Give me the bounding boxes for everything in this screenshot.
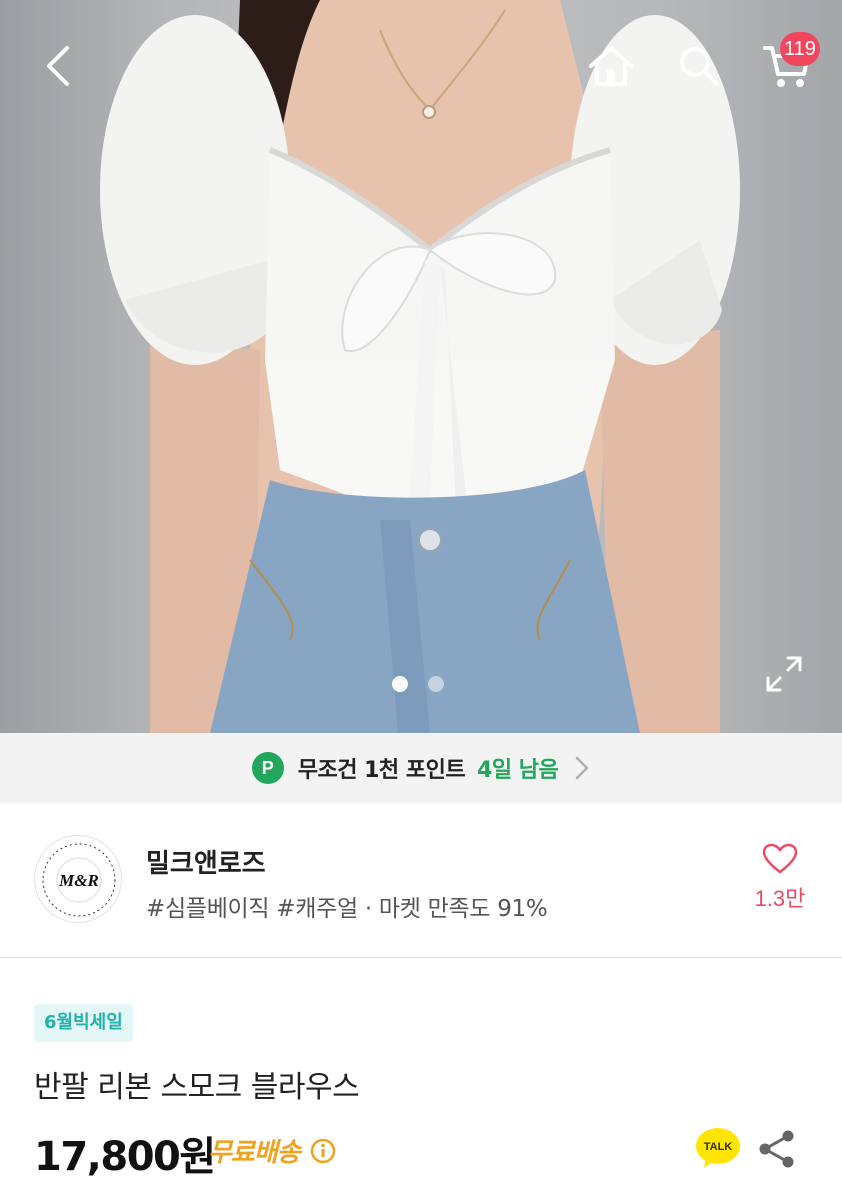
point-badge: P <box>251 752 284 784</box>
point-days-left: 4일 남음 <box>477 758 559 783</box>
store-like-count: 1.3만 <box>754 886 806 911</box>
product-title: 반팔 리본 스모크 블라우스 <box>34 1070 360 1105</box>
cart-count-badge: 119 <box>780 32 820 66</box>
expand-icon <box>766 656 802 692</box>
search-icon <box>680 47 719 86</box>
talk-label: TALK <box>704 1141 733 1153</box>
expand-image-button[interactable] <box>758 648 810 700</box>
heart-icon <box>762 843 798 874</box>
store-tags: #심플베이직 #캐주얼 · 마켓 만족도 91% <box>146 896 548 922</box>
product-price: 17,800원 <box>34 1134 216 1180</box>
info-icon[interactable] <box>310 1138 336 1164</box>
carousel-dot[interactable] <box>428 676 444 692</box>
search-button[interactable] <box>668 36 730 96</box>
shipping-info: 무료배송 <box>208 1132 336 1169</box>
free-shipping-label: 무료배송 <box>208 1138 301 1168</box>
kakao-talk-icon: TALK <box>696 1128 740 1168</box>
store-logo-mark: M&R <box>42 843 116 917</box>
point-promo-text: 무조건 1천 포인트 <box>297 758 466 783</box>
sale-badge: 6월빅세일 <box>34 1004 133 1042</box>
carousel-indicator <box>392 676 444 692</box>
back-icon <box>47 46 69 86</box>
product-photo <box>100 0 740 733</box>
kakao-talk-button[interactable]: TALK <box>694 1124 742 1172</box>
store-logo[interactable]: M&R <box>34 835 122 923</box>
store-like-button[interactable]: 1.3만 <box>752 843 808 923</box>
carousel-dot-active[interactable] <box>392 676 408 692</box>
back-button[interactable] <box>28 36 88 96</box>
product-image-carousel[interactable]: 119 <box>0 0 842 733</box>
share-icon <box>759 1130 794 1168</box>
share-button[interactable] <box>754 1126 800 1172</box>
store-name[interactable]: 밀크앤로즈 <box>146 843 266 880</box>
home-button[interactable] <box>580 36 642 96</box>
store-logo-text: M&R <box>58 871 99 890</box>
home-icon <box>589 46 633 86</box>
point-promo-banner[interactable]: P 무조건 1천 포인트 4일 남음 <box>0 733 842 803</box>
chevron-right-icon <box>574 755 590 781</box>
store-info: M&R 밀크앤로즈 #심플베이직 #캐주얼 · 마켓 만족도 91% 1.3만 <box>0 803 842 958</box>
